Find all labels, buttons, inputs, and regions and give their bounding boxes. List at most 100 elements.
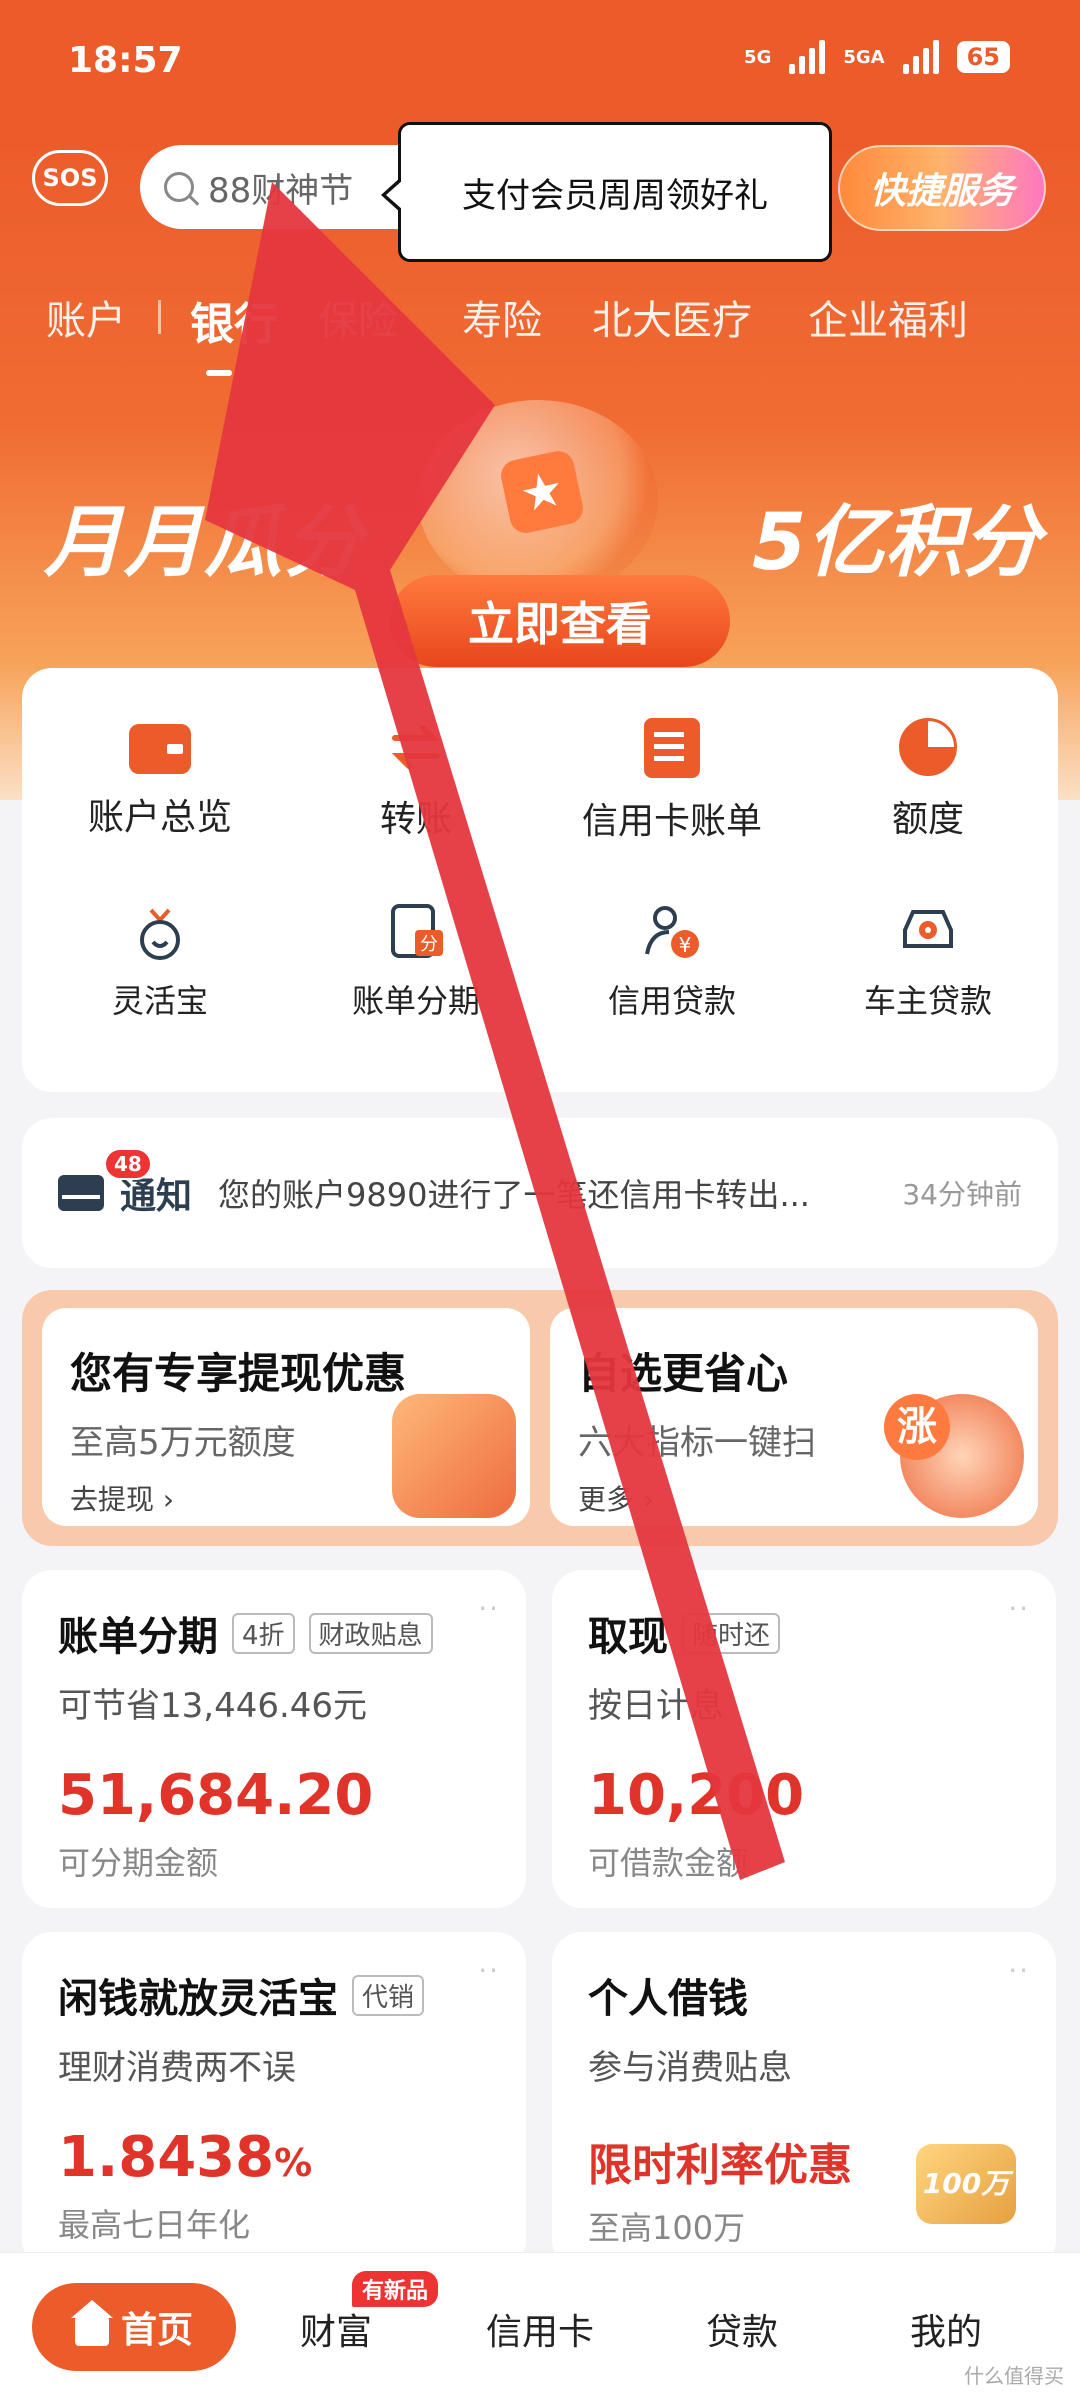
fin-card-cash[interactable]: ·· 取现 随时还 按日计息 10,200 可借款金额 <box>552 1570 1056 1908</box>
car-icon <box>897 900 959 962</box>
menu-label: 账户总览 <box>87 797 232 838</box>
tag: 随时还 <box>682 1612 781 1654</box>
fin-subtitle: 按日计息 <box>588 1686 724 1726</box>
notice-count-badge: 48 <box>104 1148 152 1180</box>
more-dots-icon[interactable]: ·· <box>478 1954 500 1987</box>
tab-divider <box>158 300 161 334</box>
status-bar: 18:57 5G 5GA 65 <box>0 0 1080 120</box>
fin-note: 可分期金额 <box>58 1844 219 1882</box>
promo-card-stock[interactable]: 自选更省心 六大指标一键扫 更多 › 涨 <box>550 1308 1038 1526</box>
promo-title: 您有专享提现优惠 <box>70 1349 407 1398</box>
notice-text: 您的账户9890进行了一笔还信用卡转出... <box>218 1176 810 1214</box>
pie-chart-icon <box>899 718 957 776</box>
fin-value: 1.8438% <box>58 2125 490 2190</box>
menu-linghuobao[interactable]: 灵活宝 <box>40 900 280 1022</box>
menu-car-loan[interactable]: 车主贷款 <box>808 900 1048 1022</box>
menu-label: 信用卡账单 <box>581 801 762 842</box>
search-placeholder: 88财神节 <box>208 170 354 211</box>
signal-icon <box>789 40 826 74</box>
signal-icon-2 <box>902 40 939 74</box>
fin-subtitle: 可节省13,446.46元 <box>58 1686 368 1726</box>
promo-title: 自选更省心 <box>578 1349 789 1398</box>
menu-label: 额度 <box>891 799 964 840</box>
credit-loan-icon: ¥ <box>641 900 703 962</box>
bottom-navigation: 首页 财富 有新品 信用卡 贷款 我的 什么值得买 <box>0 2252 1080 2403</box>
svg-text:分: 分 <box>420 934 438 955</box>
banner-left-text: 月月瓜分 <box>44 498 365 588</box>
banner-right-text: 5亿积分 <box>752 498 1041 588</box>
money-bag-icon <box>129 900 191 962</box>
notice-time: 34分钟前 <box>902 1178 1022 1211</box>
search-icon <box>164 172 194 202</box>
fin-card-installment[interactable]: ·· 账单分期 4折 财政贴息 可节省13,446.46元 51,684.20 … <box>22 1570 526 1908</box>
nav-wealth[interactable]: 财富 <box>300 2303 372 2355</box>
fin-title: 个人借钱 <box>588 1976 748 2022</box>
wallet-money-illustration <box>392 1394 516 1518</box>
promo-card-withdraw[interactable]: 您有专享提现优惠 至高5万元额度 去提现 › <box>42 1308 530 1526</box>
wallet-icon <box>129 724 191 774</box>
yield-value: 1.8438 <box>58 2125 275 2190</box>
nav-loan[interactable]: 贷款 <box>706 2303 778 2355</box>
nav-home[interactable]: 首页 <box>32 2283 236 2371</box>
home-icon <box>70 2300 113 2346</box>
coin-illustration: 100万 <box>916 2144 1016 2224</box>
menu-label: 账单分期 <box>351 982 480 1020</box>
tab-peking-medical[interactable]: 北大医疗 <box>592 288 752 346</box>
fin-value: 51,684.20 <box>58 1763 374 1828</box>
nav-mine[interactable]: 我的 <box>910 2303 982 2355</box>
menu-label: 车主贷款 <box>863 982 992 1020</box>
banner-view-button[interactable]: 立即查看 <box>390 575 730 667</box>
installment-icon: 分 <box>385 900 447 962</box>
yield-percent: % <box>274 2141 313 2185</box>
top-tabs: 账户 银行 保险 寿险 北大医疗 企业福利 <box>0 280 1080 360</box>
quick-service-button[interactable]: 快捷服务 <box>838 145 1046 231</box>
fin-value: 10,200 <box>588 1763 805 1828</box>
menu-bill-installment[interactable]: 分 账单分期 <box>296 900 536 1022</box>
tab-life-insurance[interactable]: 寿险 <box>462 288 542 346</box>
menu-transfer[interactable]: 转账 <box>296 718 536 842</box>
network-label-2: 5GA <box>843 46 885 68</box>
sos-button[interactable]: SOS <box>32 150 108 206</box>
more-dots-icon[interactable]: ·· <box>478 1592 500 1625</box>
fin-card-linghuobao[interactable]: ·· 闲钱就放灵活宝 代销 理财消费两不误 1.8438% 最高七日年化 <box>22 1932 526 2270</box>
menu-account-overview[interactable]: 账户总览 <box>40 718 280 840</box>
more-dots-icon[interactable]: ·· <box>1008 1592 1030 1625</box>
menu-credit-limit[interactable]: 额度 <box>808 718 1048 842</box>
watermark: 什么值得买 <box>964 2364 1064 2388</box>
fin-subtitle: 理财消费两不误 <box>58 2048 296 2088</box>
promo-section: 您有专享提现优惠 至高5万元额度 去提现 › 自选更省心 六大指标一键扫 更多 … <box>22 1290 1058 1546</box>
more-dots-icon[interactable]: ·· <box>1008 1954 1030 1987</box>
mail-icon <box>58 1175 104 1211</box>
tab-account[interactable]: 账户 <box>46 288 126 346</box>
search-input[interactable]: 88财神节 <box>140 145 400 229</box>
status-indicators: 5G 5GA 65 <box>744 40 1010 74</box>
tab-active-indicator <box>206 370 232 376</box>
menu-credit-loan[interactable]: ¥ 信用贷款 <box>552 900 792 1022</box>
menu-label: 信用贷款 <box>607 982 736 1020</box>
battery-icon: 65 <box>956 41 1010 73</box>
svg-text:¥: ¥ <box>679 933 692 957</box>
fin-note: 最高七日年化 <box>58 2206 251 2244</box>
tab-insurance[interactable]: 保险 <box>318 288 398 346</box>
search-tooltip: 支付会员周周领好礼 <box>381 122 832 262</box>
fin-title: 账单分期 <box>58 1614 218 1660</box>
nav-credit-card[interactable]: 信用卡 <box>486 2303 594 2355</box>
status-time: 18:57 <box>68 40 183 81</box>
menu-label: 转账 <box>379 799 452 840</box>
fin-title: 闲钱就放灵活宝 <box>58 1976 338 2022</box>
tag: 代销 <box>352 1974 425 2016</box>
fin-card-personal-loan[interactable]: ·· 个人借钱 参与消费贴息 限时利率优惠 至高100万 100万 <box>552 1932 1056 2270</box>
nav-home-label: 首页 <box>120 2310 193 2351</box>
quick-menu-card: 账户总览 转账 信用卡账单 额度 灵活宝 分 账单分期 ¥ 信用贷款 车主贷款 <box>22 668 1058 1092</box>
fin-subtitle: 参与消费贴息 <box>588 2048 792 2088</box>
fin-title: 取现 <box>588 1614 668 1660</box>
tag: 4折 <box>232 1612 295 1654</box>
menu-credit-card-bill[interactable]: 信用卡账单 <box>552 718 792 844</box>
fin-note: 可借款金额 <box>588 1844 749 1882</box>
tag: 财政贴息 <box>308 1612 433 1654</box>
rise-badge: 涨 <box>884 1394 950 1460</box>
tab-bank[interactable]: 银行 <box>190 288 278 352</box>
notice-bar[interactable]: 48 通知 您的账户9890进行了一笔还信用卡转出... 34分钟前 <box>22 1118 1058 1268</box>
tab-enterprise-welfare[interactable]: 企业福利 <box>808 288 968 346</box>
network-label-1: 5G <box>744 46 772 68</box>
